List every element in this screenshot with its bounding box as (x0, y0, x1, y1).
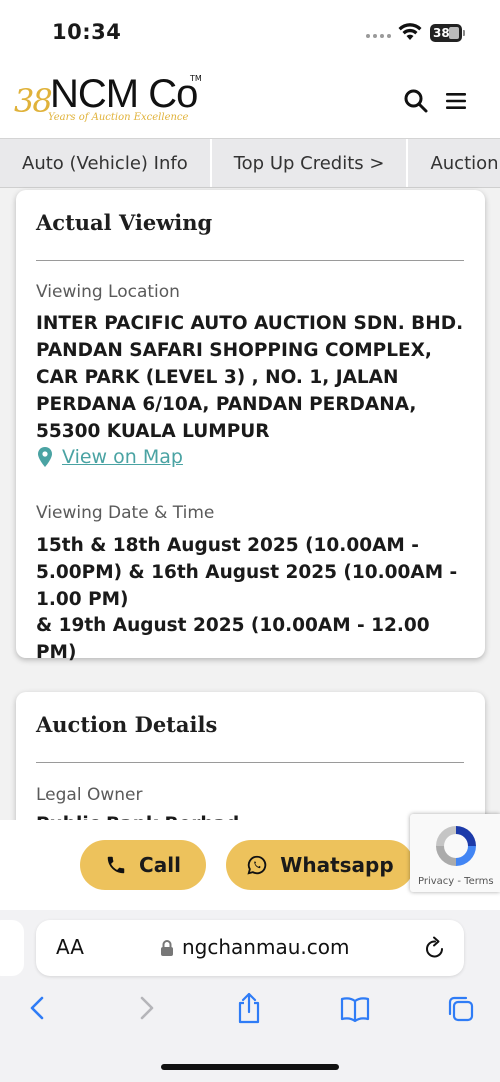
battery-level: 38 (433, 26, 450, 40)
logo-tagline: Years of Auction Excellence (48, 112, 189, 123)
search-icon[interactable] (403, 88, 429, 114)
whatsapp-icon (247, 855, 267, 875)
viewing-location-label: Viewing Location (36, 282, 180, 302)
logo-number: 38 (14, 82, 53, 120)
whatsapp-label: Whatsapp (280, 853, 394, 877)
tab-top-up-credits[interactable]: Top Up Credits > (211, 139, 409, 187)
url-text[interactable]: ngchanmau.com (182, 935, 349, 959)
viewing-datetime-label: Viewing Date & Time (36, 503, 215, 523)
viewing-location-value: INTER PACIFIC AUTO AUCTION SDN. BHD. PAN… (36, 313, 464, 442)
share-icon[interactable] (234, 992, 264, 1024)
recaptcha-privacy-terms[interactable]: Privacy - Terms (418, 876, 494, 887)
viewing-datetime-value-2: & 19th August 2025 (10.00AM - 12.00 PM) (36, 615, 430, 663)
whatsapp-button[interactable]: Whatsapp (226, 840, 414, 890)
actual-viewing-card: Actual Viewing Viewing Location INTER PA… (16, 190, 485, 663)
tab-bar: Auto (Vehicle) Info Top Up Credits > Auc… (0, 138, 500, 188)
previous-tab-preview[interactable] (0, 920, 24, 976)
logo-tm: TM (190, 74, 202, 83)
divider (36, 260, 464, 261)
logo-name: NCM Co (50, 72, 198, 116)
card-title: Actual Viewing (36, 210, 213, 235)
address-bar[interactable]: AA ngchanmau.com (36, 920, 464, 976)
card-title: Auction Details (36, 712, 218, 737)
browser-toolbar: AA ngchanmau.com (0, 910, 500, 1082)
lock-icon (161, 940, 173, 956)
legal-owner-label: Legal Owner (36, 785, 143, 805)
bookmarks-icon[interactable] (340, 992, 370, 1024)
signal-icon (366, 34, 391, 38)
battery-icon: 38 (430, 24, 462, 42)
view-on-map-link[interactable]: View on Map (38, 446, 183, 468)
call-button[interactable]: Call (80, 840, 206, 890)
tabs-icon[interactable] (446, 992, 476, 1024)
view-on-map-text: View on Map (62, 446, 183, 468)
phone-icon (107, 856, 125, 874)
home-indicator (161, 1064, 339, 1070)
wifi-icon (398, 23, 422, 40)
back-icon[interactable] (23, 992, 53, 1024)
viewing-datetime-value: 15th & 18th August 2025 (10.00AM - 5.00P… (36, 535, 458, 610)
site-header: 38 NCM Co TM Years of Auction Excellence (0, 64, 500, 138)
status-time: 10:34 (52, 20, 122, 44)
reload-icon[interactable] (424, 936, 446, 960)
browser-nav-row (0, 990, 500, 1030)
hamburger-menu-icon[interactable] (445, 91, 467, 111)
status-bar: 10:34 38 (0, 0, 500, 64)
recaptcha-badge[interactable]: Privacy - Terms (410, 814, 500, 892)
tab-auction-details[interactable]: Auction Details (408, 139, 500, 187)
map-pin-icon (38, 447, 52, 467)
battery-tip (463, 30, 465, 36)
logo[interactable]: 38 NCM Co TM Years of Auction Excellence (14, 68, 214, 132)
reader-aa-button[interactable]: AA (56, 935, 84, 959)
recaptcha-icon (436, 826, 476, 866)
forward-icon[interactable] (131, 992, 161, 1024)
tab-auto-vehicle-info[interactable]: Auto (Vehicle) Info (0, 139, 212, 187)
call-label: Call (139, 853, 181, 877)
divider (36, 762, 464, 763)
